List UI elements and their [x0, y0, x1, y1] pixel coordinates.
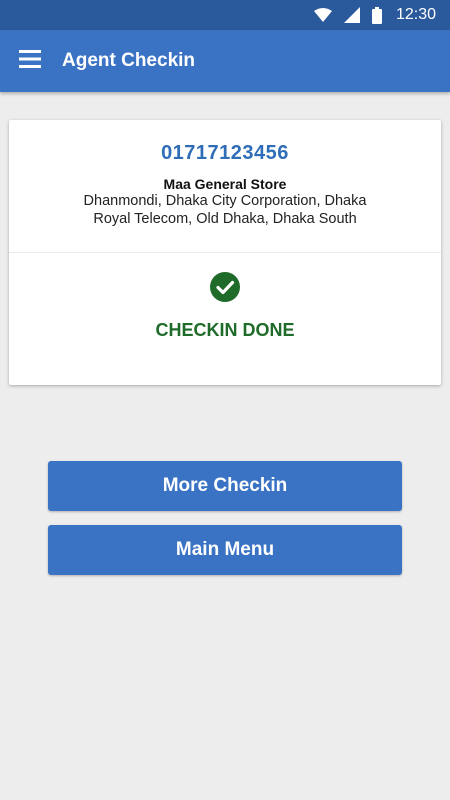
more-checkin-button[interactable]: More Checkin [48, 461, 402, 511]
check-circle-icon [209, 271, 241, 308]
agent-info: 01717123456 Maa General Store Dhanmondi,… [9, 120, 441, 253]
address-line-2: Royal Telecom, Old Dhaka, Dhaka South [93, 211, 357, 227]
status-bar: 12:30 [0, 0, 450, 30]
store-name: Maa General Store [163, 176, 287, 192]
checkin-status-text: CHECKIN DONE [155, 320, 295, 340]
app-bar: Agent Checkin [0, 30, 450, 92]
agent-card: 01717123456 Maa General Store Dhanmondi,… [9, 120, 441, 385]
signal-icon [343, 7, 360, 23]
checkin-status: CHECKIN DONE [9, 253, 441, 341]
address-line-1: Dhanmondi, Dhaka City Corporation, Dhaka [83, 193, 367, 209]
agent-phone: 01717123456 [161, 142, 289, 164]
main-menu-button[interactable]: Main Menu [48, 525, 402, 575]
status-time: 12:30 [395, 6, 436, 23]
battery-icon [371, 6, 382, 24]
page-title: Agent Checkin [62, 50, 196, 71]
wifi-icon [313, 8, 332, 22]
hamburger-menu-icon [19, 49, 41, 73]
menu-button[interactable] [2, 30, 58, 92]
